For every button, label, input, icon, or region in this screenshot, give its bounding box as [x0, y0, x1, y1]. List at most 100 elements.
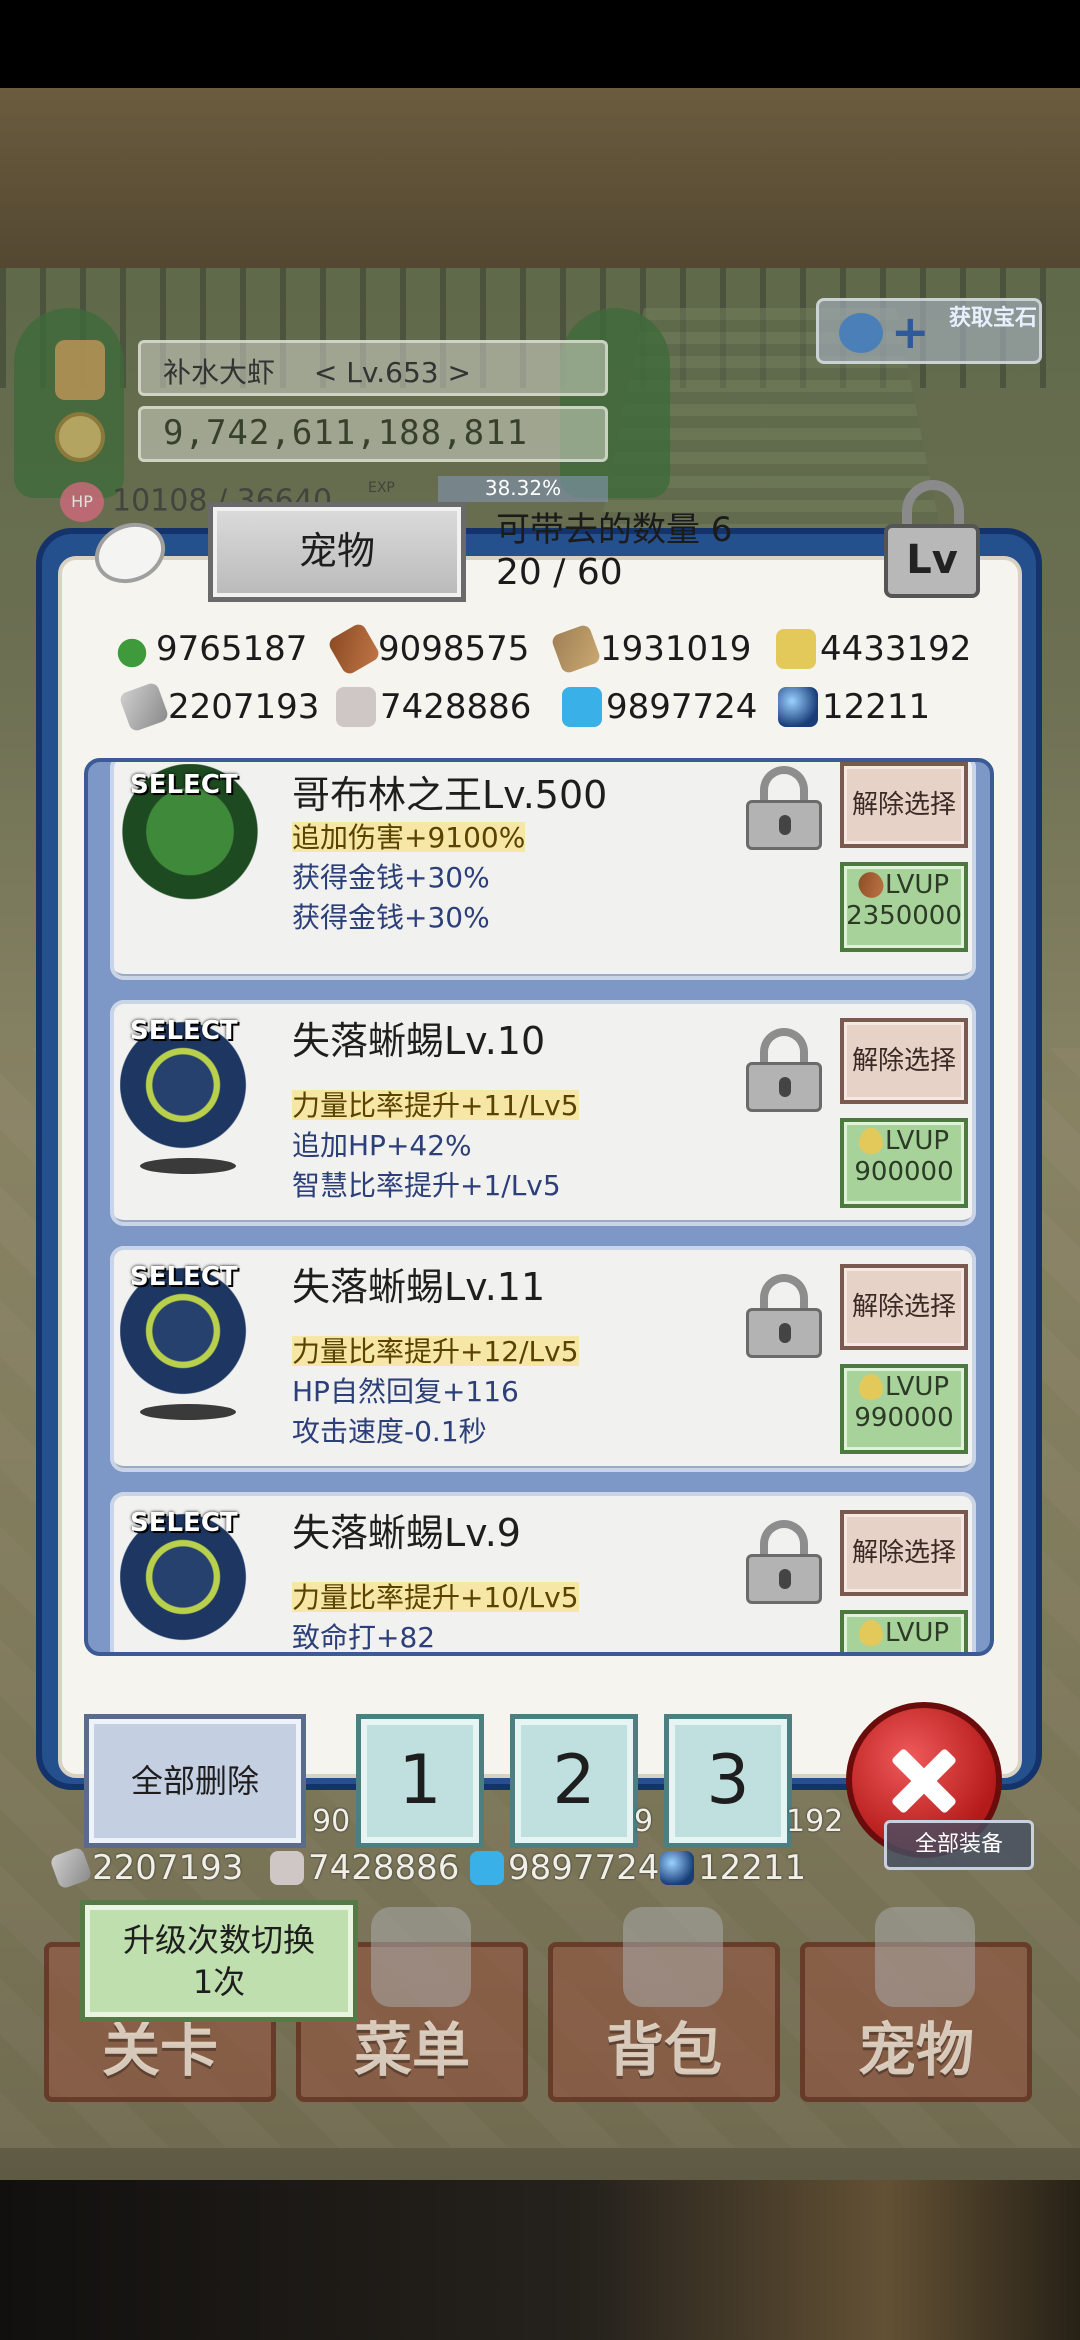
tree [14, 308, 124, 498]
lock-icon[interactable] [746, 1274, 822, 1358]
blue-orb-icon [660, 1851, 694, 1885]
partial-value: 90 [312, 1804, 351, 1839]
partial-value: 9 [634, 1804, 654, 1839]
pet-card[interactable]: SELECT 失落蜥蜴Lv.11 力量比率提升+12/Lv5 HP自然回复+11… [110, 1246, 976, 1472]
pet-card[interactable]: SELECT 失落蜥蜴Lv.9 力量比率提升+10/Lv5 致命打+82 解除选… [110, 1492, 976, 1654]
herb-icon [112, 629, 152, 669]
pet-name: 失落蜥蜴Lv.10 [292, 1019, 546, 1063]
pet-stat: 追加HP+42% [292, 1129, 472, 1162]
deselect-button[interactable]: 解除选择 [840, 1018, 968, 1104]
wood-log-icon [326, 621, 382, 677]
background-bottom [0, 2180, 1080, 2340]
bottom-resource-stone: 7428886 [270, 1848, 459, 1888]
page-3-button[interactable]: 3 [664, 1714, 792, 1848]
dragon-icon [875, 1907, 975, 2007]
gold-coin-icon [55, 412, 105, 462]
book-icon [371, 1907, 471, 2007]
lock-icon[interactable] [746, 1520, 822, 1604]
blue-flame-icon [562, 687, 602, 727]
get-gem-button[interactable]: + 获取宝石 [816, 298, 1042, 364]
iron-ingot-icon [49, 1846, 93, 1890]
pet-stat: 追加伤害+9100% [292, 816, 526, 856]
bottom-resource-flame: 9897724 [470, 1848, 659, 1888]
blue-flame-icon [470, 1851, 504, 1885]
pet-card[interactable]: SELECT 哥布林之王Lv.500 追加伤害+9100% 获得金钱+30% 获… [110, 762, 976, 980]
gem-icon [839, 313, 883, 353]
capacity-label: 可带去的数量 6 [496, 510, 733, 550]
pet-stat: 智慧比率提升+1/Lv5 [292, 1169, 561, 1202]
lv-lock-label: Lv [884, 524, 980, 598]
equip-all-button[interactable]: 全部装备 [884, 1820, 1034, 1870]
lvup-cost: 990000 [854, 1403, 954, 1433]
backpack-icon [623, 1907, 723, 2007]
player-avatar [55, 340, 105, 400]
blue-orb-icon [778, 687, 818, 727]
bottom-resource-iron: 2207193 [49, 1846, 243, 1890]
plus-icon: + [891, 305, 930, 359]
pet-stat: 攻击速度-0.1秒 [292, 1415, 487, 1448]
pet-stat: 致命打+82 [292, 1621, 436, 1654]
stone-icon [336, 687, 376, 727]
gold-amount: 9,742,611,188,811 [138, 406, 608, 462]
nav-pet-button[interactable]: 宠物 [800, 1907, 1032, 2102]
lvup-button[interactable]: LVUP [840, 1610, 968, 1652]
lock-icon[interactable] [746, 766, 822, 850]
drop-icon [858, 1620, 883, 1646]
plank-icon [550, 623, 602, 675]
lock-icon[interactable] [746, 1028, 822, 1112]
pet-name: 哥布林之王Lv.500 [292, 773, 608, 817]
status-bar [0, 0, 1080, 88]
pet-name: 失落蜥蜴Lv.9 [292, 1511, 521, 1555]
pet-name: 失落蜥蜴Lv.11 [292, 1265, 546, 1309]
exp-label: EXP [368, 480, 395, 496]
wood-log-icon [854, 867, 888, 903]
lvup-cost: 900000 [854, 1157, 954, 1187]
pet-stat: HP自然回复+116 [292, 1375, 519, 1408]
iron-ingot-icon [118, 681, 170, 733]
upgrade-toggle-label: 升级次数切换 [122, 1921, 315, 1959]
resource-herb: 9765187 [112, 624, 307, 674]
resource-stone: 7428886 [336, 682, 531, 732]
panel-title: 宠物 [208, 502, 466, 602]
upgrade-count-toggle-button[interactable]: 升级次数切换 1次 [80, 1900, 358, 2022]
pet-stat: 获得金钱+30% [292, 901, 490, 934]
pet-stat: 力量比率提升+10/Lv5 [292, 1576, 579, 1616]
drop-icon [858, 1374, 883, 1400]
pet-card[interactable]: SELECT 失落蜥蜴Lv.10 力量比率提升+11/Lv5 追加HP+42% … [110, 1000, 976, 1226]
deselect-button[interactable]: 解除选择 [840, 1264, 968, 1350]
delete-all-button[interactable]: 全部删除 [84, 1714, 306, 1848]
resource-drop: 4433192 [776, 624, 971, 674]
select-tag: SELECT [130, 1508, 238, 1538]
pet-list[interactable]: SELECT 哥布林之王Lv.500 追加伤害+9100% 获得金钱+30% 获… [84, 758, 994, 1656]
resource-wood: 9098575 [326, 621, 529, 677]
deselect-button[interactable]: 解除选择 [840, 762, 968, 848]
lvup-button[interactable]: LVUP 900000 [840, 1118, 968, 1208]
drop-icon [776, 629, 816, 669]
resource-plank: 1931019 [550, 623, 751, 675]
partial-value: 192 [786, 1804, 844, 1839]
pet-count: 20 / 60 [496, 552, 623, 593]
resource-flame: 9897724 [562, 682, 757, 732]
deselect-button[interactable]: 解除选择 [840, 1510, 968, 1596]
pet-shadow [140, 1404, 236, 1420]
page-2-button[interactable]: 2 [510, 1714, 638, 1848]
player-name: 补水大虾 [163, 356, 276, 389]
level-lock-button[interactable]: Lv [880, 480, 986, 602]
upgrade-toggle-count: 1次 [192, 1963, 246, 2001]
exp-percent: 38.32% [438, 476, 608, 502]
resource-iron: 2207193 [118, 681, 319, 733]
lvup-button[interactable]: LVUP 2350000 [840, 862, 968, 952]
pet-shadow [140, 1158, 236, 1174]
select-tag: SELECT [130, 770, 238, 800]
lvup-cost: 2350000 [846, 901, 962, 931]
player-name-box: 补水大虾 < Lv.653 > [138, 340, 608, 396]
heart-icon: HP [60, 482, 104, 522]
page-1-button[interactable]: 1 [356, 1714, 484, 1848]
pet-stat: 获得金钱+30% [292, 861, 490, 894]
pet-stat: 力量比率提升+11/Lv5 [292, 1084, 579, 1124]
select-tag: SELECT [130, 1016, 238, 1046]
nav-bag-button[interactable]: 背包 [548, 1907, 780, 2102]
drop-icon [858, 1128, 883, 1154]
lvup-button[interactable]: LVUP 990000 [840, 1364, 968, 1454]
tree [560, 308, 670, 498]
